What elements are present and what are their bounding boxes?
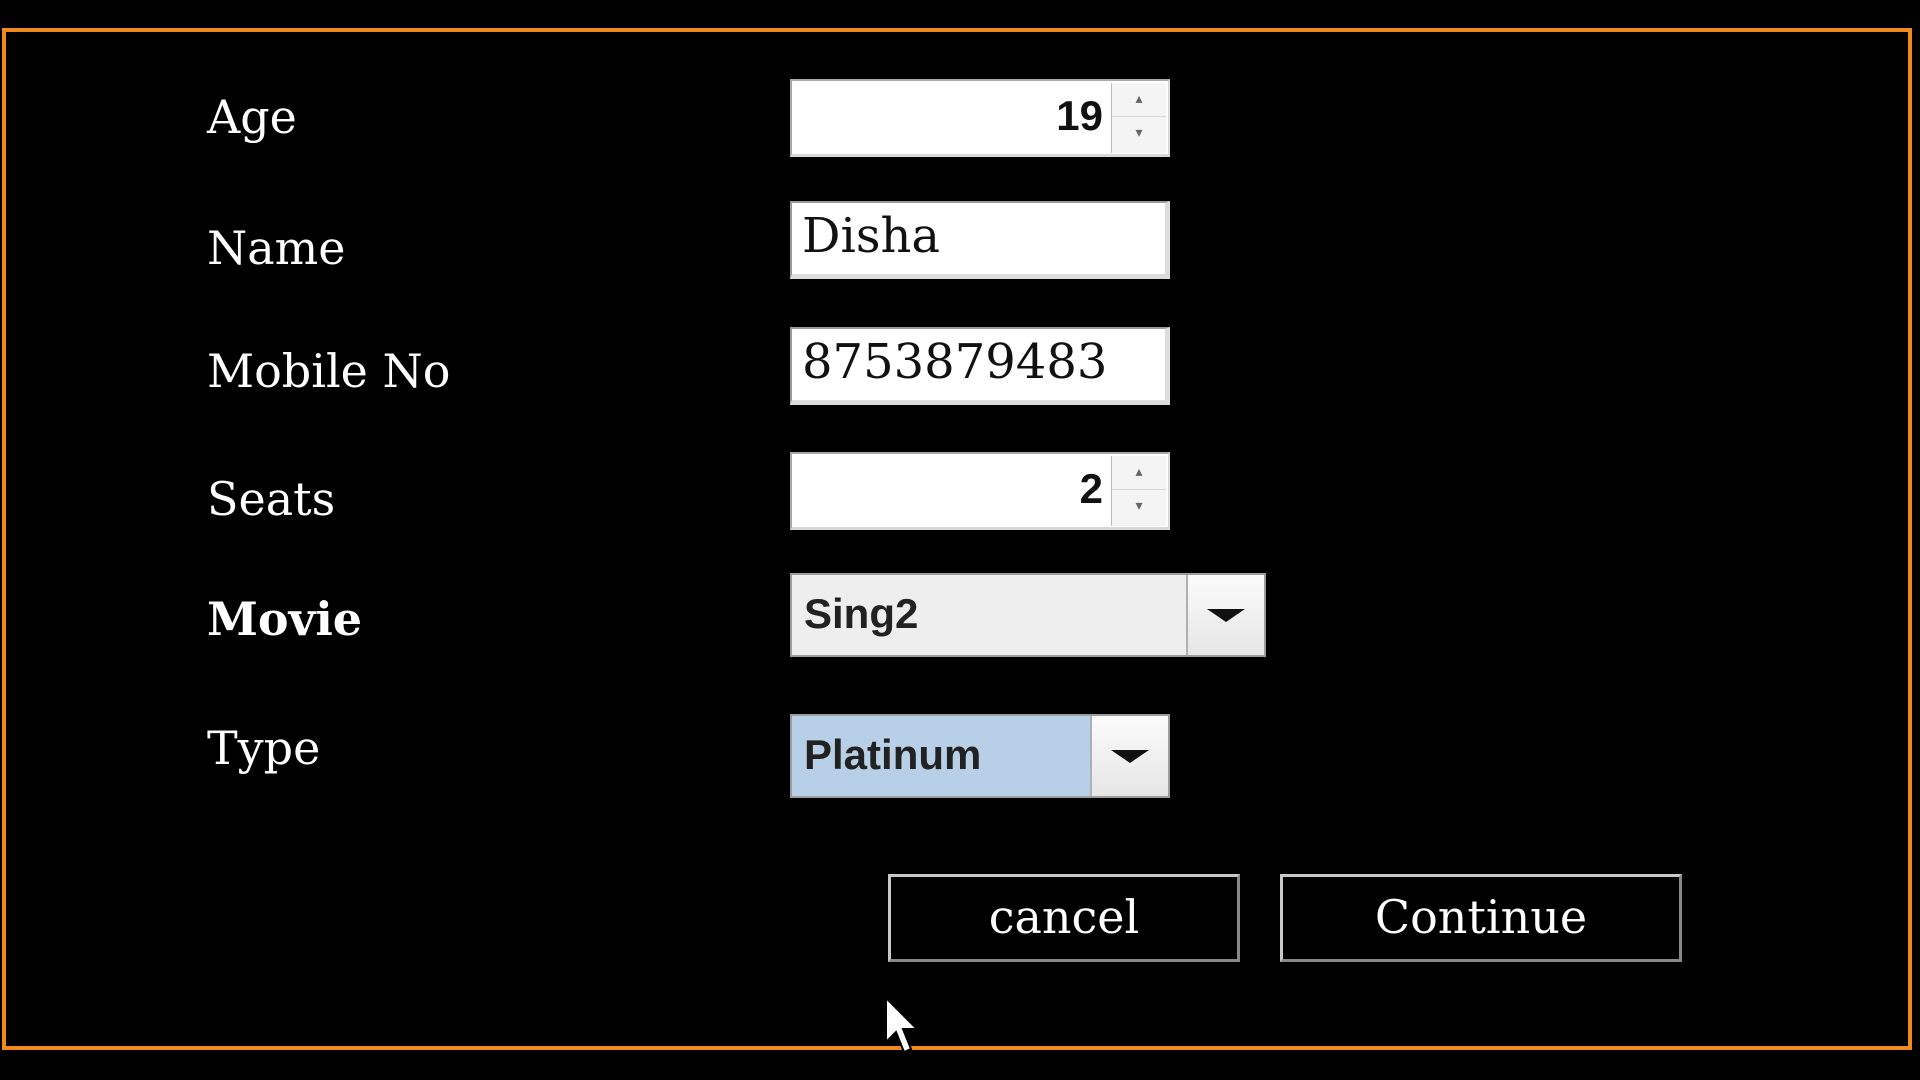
movie-label: Movie bbox=[207, 592, 363, 646]
mobile-label: Mobile No bbox=[207, 344, 451, 398]
mobile-input[interactable]: 8753879483 bbox=[790, 327, 1170, 405]
name-input[interactable]: Disha bbox=[790, 201, 1170, 279]
seats-spinner-arrows: ▴ ▾ bbox=[1111, 456, 1166, 526]
age-spinner[interactable]: 19 ▴ ▾ bbox=[790, 79, 1170, 157]
spinner-down-icon[interactable]: ▾ bbox=[1112, 490, 1166, 524]
seats-label: Seats bbox=[207, 472, 336, 526]
type-label: Type bbox=[207, 721, 321, 775]
mouse-pointer-icon bbox=[885, 996, 920, 1054]
chevron-down-icon bbox=[1207, 608, 1245, 622]
age-label: Age bbox=[207, 90, 297, 144]
name-label: Name bbox=[207, 221, 346, 275]
type-selected-value: Platinum bbox=[792, 716, 1090, 796]
spinner-down-icon[interactable]: ▾ bbox=[1112, 117, 1166, 151]
movie-dropdown[interactable]: Sing2 bbox=[790, 573, 1266, 657]
seats-spinner[interactable]: 2 ▴ ▾ bbox=[790, 452, 1170, 530]
age-value: 19 bbox=[1056, 92, 1103, 139]
continue-button[interactable]: Continue bbox=[1280, 874, 1682, 962]
seats-value: 2 bbox=[1079, 465, 1103, 512]
spinner-up-icon[interactable]: ▴ bbox=[1112, 83, 1166, 117]
movie-dropdown-button[interactable] bbox=[1186, 575, 1264, 655]
chevron-down-icon bbox=[1111, 749, 1149, 763]
spinner-up-icon[interactable]: ▴ bbox=[1112, 456, 1166, 490]
cancel-button[interactable]: cancel bbox=[888, 874, 1240, 962]
age-spinner-arrows: ▴ ▾ bbox=[1111, 83, 1166, 153]
type-dropdown[interactable]: Platinum bbox=[790, 714, 1170, 798]
movie-selected-value: Sing2 bbox=[792, 575, 1186, 655]
type-dropdown-button[interactable] bbox=[1090, 716, 1168, 796]
